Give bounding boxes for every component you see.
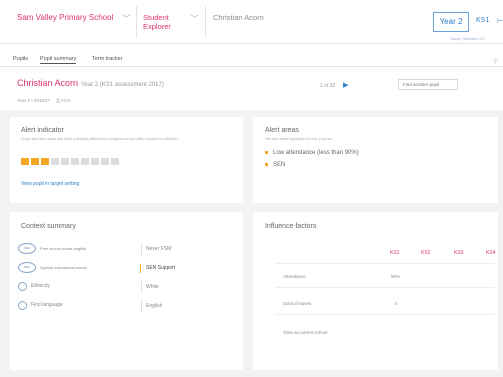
ks-column-header: KS3 [454,250,464,256]
influence-value: 0 [395,301,398,306]
pupil-subtitle: Year 2 (KS1 assessment 2017) [81,82,164,88]
alert-level-block [21,158,29,165]
alert-level-block [101,158,109,165]
influence-label: Time at current school [283,330,328,335]
filter-icon[interactable]: ⚲ [493,57,498,65]
context-value: English [146,303,163,309]
bullet-icon [265,150,268,154]
alert-area-label: Low attendance (less than 90%) [273,150,359,156]
fsm-icon: FSM [18,243,36,254]
alert-area-label: SEN [273,162,286,168]
print-label: Print [61,98,71,103]
bullet-icon [265,162,268,166]
alert-level-meter [21,158,119,165]
find-pupil-input[interactable] [398,79,458,90]
context-row: SEN Special educational needs SEN Suppor… [18,262,243,280]
chevron-down-icon[interactable]: ﹀ [190,12,199,25]
context-label: Special educational needs [40,265,87,270]
ks-selector[interactable]: KS1 [476,17,489,24]
year-selector[interactable]: Year 2 [433,12,469,32]
influence-factors-card: Influence factors [253,212,498,370]
context-summary-title: Context summary [21,223,76,230]
alert-level-block [51,158,59,165]
sen-icon: SEN [18,262,36,273]
alert-indicator-card: Alert indicator Single spot alert areas … [10,117,243,203]
context-summary-card: Context summary FSM Free school meals el… [10,212,243,370]
next-arrow-icon[interactable]: ▶ [343,81,348,89]
breadcrumb-text: Year 2 • 2016/17 [17,98,51,103]
influence-label: School moves [283,301,312,306]
context-row: First language English [18,300,243,318]
context-label: Free school meals eligible [40,246,87,251]
alert-level-block [61,158,69,165]
header-pupil-name: Christian Acorn [213,13,264,22]
top-bar: Sam Valley Primary School ﹀ Student Expl… [0,0,503,44]
pupil-name: Christian Acorn [17,78,79,88]
alert-area-item: Low attendance (less than 90%) [265,150,359,156]
alert-level-block [91,158,99,165]
arrow-icon[interactable]: ⊢ [497,17,503,25]
influence-label: Attendance [283,274,306,279]
influence-value: 90% [391,274,401,279]
context-label: First language [31,302,63,308]
context-row: Ethnicity White [18,281,243,299]
tab-term-tracker[interactable]: Term tracker [92,56,123,62]
language-icon [18,301,27,310]
context-value: White [146,284,159,290]
alert-indicator-title: Alert indicator [21,127,64,134]
divider [136,6,137,38]
product-selector[interactable]: Student Explorer [143,13,193,31]
divider [141,300,142,312]
row-divider [275,287,495,288]
divider [205,6,206,38]
alert-level-block [31,158,39,165]
row-divider [275,263,495,264]
context-value: Never FSM [146,246,172,252]
chevron-down-icon[interactable]: ﹀ [122,12,131,25]
print-link[interactable]: ⎙ Print [56,98,70,103]
alert-areas-card: Alert areas The alert areas highlighted … [253,117,498,203]
ks-column-header: KS1 [390,250,400,256]
tab-rule [0,66,503,67]
divider [141,243,142,255]
row-divider [275,314,495,315]
pupil-pager: 1 of 32 [320,83,336,89]
alert-level-block [71,158,79,165]
school-selector[interactable]: Sam Valley Primary School [17,13,113,22]
context-value: SEN Support [139,264,176,273]
alert-level-block [41,158,49,165]
alert-indicator-desc: Single spot alert areas that could poten… [21,137,179,141]
context-row: FSM Free school meals eligible Never FSM [18,243,243,261]
alert-areas-desc: The alert areas highlighted for this pup… [265,137,333,141]
alert-level-block [81,158,89,165]
ethnicity-icon [18,282,27,291]
context-label: Ethnicity [31,283,50,289]
breadcrumb: Year 2 • 2016/17 ⎙ Print [17,98,70,103]
alert-area-item: SEN [265,162,285,168]
alert-level-block [111,158,119,165]
target-setting-link[interactable]: View pupil in target setting [21,181,79,187]
influence-factors-title: Influence factors [265,223,317,230]
header-subtext: Sandy Standard Y2 [450,36,485,41]
pupil-title: Christian Acorn Year 2 (KS1 assessment 20… [17,78,164,88]
ks-column-header: KS4 [486,250,496,256]
ks-column-header: KS2 [421,250,431,256]
divider [141,281,142,293]
tab-pupil-summary[interactable]: Pupil summary [40,56,77,64]
tab-pupils[interactable]: Pupils [13,56,28,62]
alert-areas-title: Alert areas [265,127,299,134]
